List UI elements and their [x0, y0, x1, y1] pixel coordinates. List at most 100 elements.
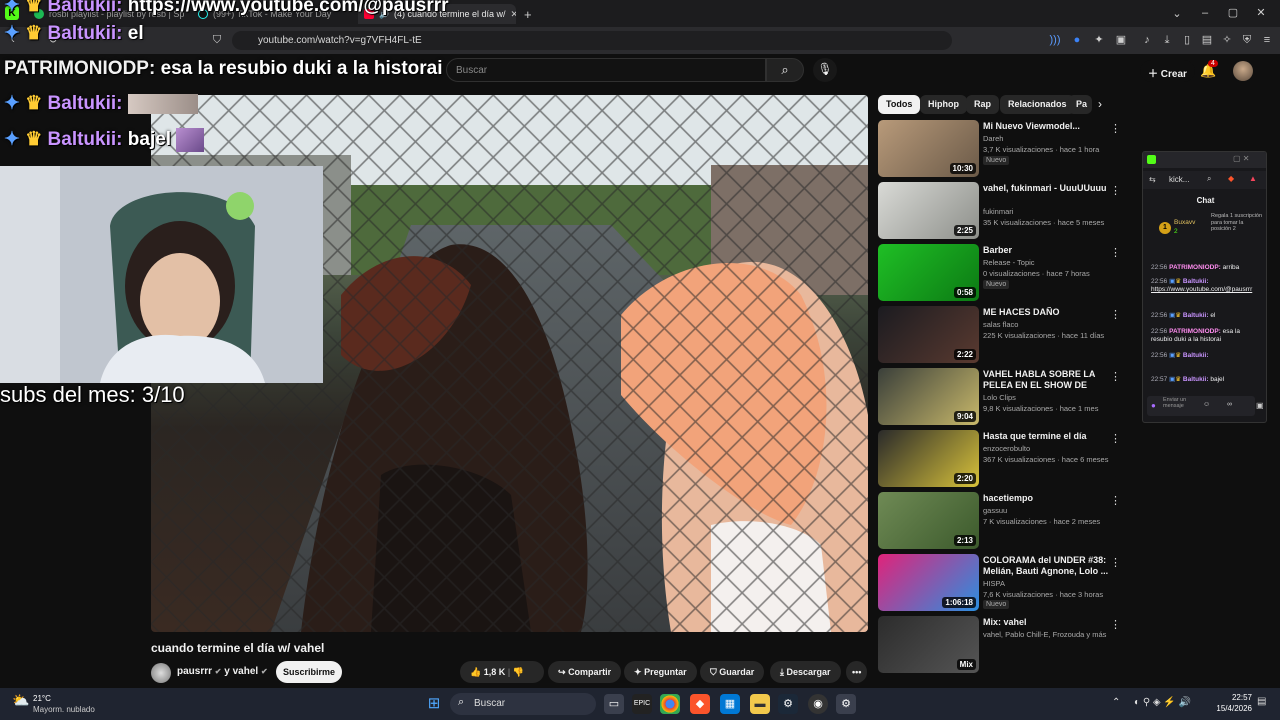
- close-tab-icon[interactable]: ✕: [511, 9, 516, 20]
- notification-center-icon[interactable]: ▤: [1257, 696, 1266, 707]
- chip-hiphop[interactable]: Hiphop: [920, 95, 967, 114]
- audio-icon[interactable]: ))): [1048, 33, 1062, 47]
- video-channel[interactable]: salas flaco: [983, 319, 1018, 330]
- tab-search-chevron-icon[interactable]: ⌄: [1170, 7, 1184, 21]
- video-title[interactable]: Hasta que termine el día: [983, 431, 1113, 442]
- new-tab-button[interactable]: +: [524, 4, 536, 24]
- maximize-icon[interactable]: ▢: [1226, 6, 1240, 20]
- recommendation-item[interactable]: 9:04 VAHEL HABLA SOBRE LA PELEA EN EL SHO…: [878, 368, 1123, 426]
- video-thumbnail[interactable]: Mix: [878, 616, 979, 673]
- minimize-icon[interactable]: –: [1198, 6, 1212, 20]
- recommendation-item[interactable]: Mix Mix: vahel vahel, Pablo Chill-E, Frozo…: [878, 616, 1123, 674]
- recommendation-item[interactable]: 2:20 Hasta que termine el día enzocerobult…: [878, 430, 1123, 488]
- brave-shield-icon[interactable]: ◆: [1228, 174, 1234, 183]
- tray-chevron-icon[interactable]: ⌃: [1112, 697, 1120, 708]
- more-vert-icon[interactable]: ⋮: [1110, 494, 1121, 507]
- bookmark-icon[interactable]: ⛉: [210, 33, 224, 47]
- chevron-right-icon[interactable]: ›: [1098, 97, 1102, 111]
- puzzle-icon[interactable]: ✦: [1092, 33, 1106, 47]
- search-button[interactable]: ⌕: [766, 58, 804, 82]
- video-title[interactable]: ME HACES DAÑO: [983, 307, 1113, 318]
- video-title[interactable]: vahel, fukinmari - UuuUUuuu: [983, 183, 1113, 194]
- emote-icon[interactable]: ☺: [1203, 401, 1210, 408]
- save-button[interactable]: ⛉ Guardar: [700, 661, 765, 683]
- video-channel[interactable]: fukinmari: [983, 206, 1013, 217]
- message-user[interactable]: PATRIMONIODP:: [1169, 328, 1221, 335]
- wallet-icon[interactable]: ▤: [1200, 33, 1214, 47]
- recommendation-item[interactable]: 2:13 hacetiempo gassuu 7 K visualizaciones …: [878, 492, 1123, 550]
- address-bar[interactable]: youtube.com/watch?v=g7VFH4FL-tE: [232, 31, 952, 50]
- message-user[interactable]: PATRIMONIODP:: [1169, 264, 1221, 271]
- start-icon[interactable]: ⊞: [424, 694, 444, 714]
- more-vert-icon[interactable]: ⋮: [1110, 370, 1121, 383]
- video-channel[interactable]: HISPA: [983, 578, 1005, 589]
- chip-rap[interactable]: Rap: [966, 95, 1000, 114]
- voice-search-button[interactable]: 🎙: [813, 58, 837, 82]
- video-channel[interactable]: vahel, Pablo Chill-E, Frozouda y más: [983, 629, 1106, 640]
- more-vert-icon[interactable]: ⋮: [1110, 246, 1121, 259]
- settings-icon[interactable]: ⇆: [1149, 175, 1156, 184]
- video-thumbnail[interactable]: 1:06:18: [878, 554, 979, 611]
- more-vert-icon[interactable]: ⋮: [1110, 308, 1121, 321]
- video-thumbnail[interactable]: 2:13: [878, 492, 979, 549]
- create-button[interactable]: ＋ Crear: [1140, 60, 1195, 82]
- tray-icons[interactable]: ◐ ⚲ ◈ ⚡ 🔊: [1134, 697, 1191, 708]
- video-channel[interactable]: enzocerobulto: [983, 443, 1030, 454]
- video-thumbnail[interactable]: 2:20: [878, 430, 979, 487]
- video-thumbnail[interactable]: 2:22: [878, 306, 979, 363]
- share-button[interactable]: ↪ Compartir: [548, 661, 622, 683]
- video-title[interactable]: Barber: [983, 245, 1113, 256]
- vpn-icon[interactable]: ⛨: [1240, 33, 1254, 47]
- more-vert-icon[interactable]: ⋮: [1110, 184, 1121, 197]
- subscribe-button[interactable]: Suscribirme: [276, 661, 342, 683]
- taskbar-search[interactable]: ⌕ Buscar: [450, 693, 596, 715]
- video-thumbnail[interactable]: 9:04: [878, 368, 979, 425]
- more-vert-icon[interactable]: ⋮: [1110, 432, 1121, 445]
- kick-window-controls[interactable]: ▢ ✕: [1233, 154, 1249, 163]
- message-user[interactable]: Baltukii:: [1183, 278, 1209, 285]
- recommendation-item[interactable]: 1:06:18 COLORAMA del UNDER #38: Melián, B…: [878, 554, 1123, 612]
- steam-icon[interactable]: ⚙: [778, 694, 798, 714]
- video-title[interactable]: VAHEL HABLA SOBRE LA PELEA EN EL SHOW DE…: [983, 369, 1113, 391]
- downloads-icon[interactable]: ⤓: [1160, 33, 1174, 47]
- video-title[interactable]: Mi Nuevo Viewmodel...: [983, 121, 1113, 132]
- gift-cta[interactable]: Regala 1 suscripción para tomar la posic…: [1211, 213, 1263, 233]
- download-tab-icon[interactable]: ▣: [1114, 33, 1128, 47]
- epic-games-icon[interactable]: EPIC: [632, 694, 652, 714]
- brave-rewards-icon[interactable]: ▲: [1249, 174, 1257, 183]
- media-icon[interactable]: ♪: [1140, 33, 1154, 47]
- video-thumbnail[interactable]: 2:25: [878, 182, 979, 239]
- channel-avatar[interactable]: [151, 663, 171, 683]
- chip-related[interactable]: Relacionados: [1000, 95, 1075, 114]
- message-user[interactable]: Baltukii:: [1183, 352, 1209, 359]
- settings-icon[interactable]: ⚙: [836, 694, 856, 714]
- task-view-icon[interactable]: ▭: [604, 694, 624, 714]
- more-vert-icon[interactable]: ⋮: [1110, 122, 1121, 135]
- like-dislike-button[interactable]: 👍 1,8 K | 👎: [460, 661, 544, 683]
- chip-more[interactable]: Pa: [1068, 95, 1092, 114]
- chrome-icon[interactable]: [660, 694, 680, 714]
- recommendation-item[interactable]: 2:25 vahel, fukinmari - UuuUUuuu fukinmari…: [878, 182, 1123, 240]
- store-icon[interactable]: ▦: [720, 694, 740, 714]
- close-window-icon[interactable]: ✕: [1254, 6, 1268, 20]
- menu-icon[interactable]: ≡: [1260, 33, 1274, 47]
- chip-all[interactable]: Todos: [878, 95, 921, 114]
- search-input[interactable]: Buscar: [446, 58, 766, 82]
- extension-icon[interactable]: ●: [1070, 33, 1084, 47]
- recommendation-item[interactable]: 2:22 ME HACES DAÑO salas flaco 225 K visual…: [878, 306, 1123, 364]
- chat-input[interactable]: ● Enviar un mensaje ☺ ∞: [1147, 396, 1255, 416]
- app-icon[interactable]: ◉: [808, 694, 828, 714]
- message-user[interactable]: Baltukii:: [1183, 376, 1209, 383]
- ask-button[interactable]: ✦ Preguntar: [624, 661, 697, 683]
- video-title[interactable]: hacetiempo: [983, 493, 1113, 504]
- more-vert-icon[interactable]: ⋮: [1110, 618, 1121, 631]
- video-title[interactable]: COLORAMA del UNDER #38: Melián, Bauti Ag…: [983, 555, 1113, 577]
- more-actions-button[interactable]: •••: [846, 661, 868, 683]
- video-channel[interactable]: Lolo Clips: [983, 392, 1016, 403]
- avatar[interactable]: [1233, 61, 1253, 81]
- channel-name[interactable]: pausrrr ✔ y vahel ✔: [177, 666, 268, 677]
- more-vert-icon[interactable]: ⋮: [1110, 556, 1121, 569]
- video-channel[interactable]: gassuu: [983, 505, 1007, 516]
- leo-icon[interactable]: ✧: [1220, 33, 1234, 47]
- gift-icon[interactable]: ▣: [1256, 401, 1264, 410]
